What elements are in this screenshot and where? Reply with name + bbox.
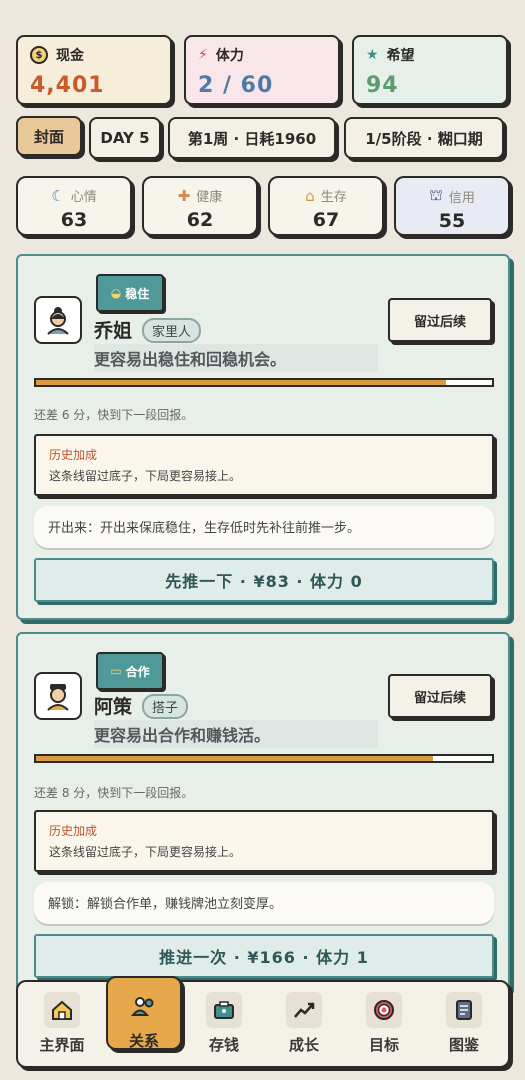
progress-fill [36, 380, 447, 385]
hope-value: 94 [366, 73, 399, 98]
nav-label: 关系 [128, 1032, 159, 1050]
survival-meter: ⌂ 生存 67 [268, 176, 384, 236]
briefcase-icon: ▭ [110, 664, 122, 678]
history-desc: 这条线留过底子，下局更容易接上。 [49, 845, 242, 859]
stamina-stat: ⚡ 体力 2 / 60 [184, 35, 340, 105]
bandage-icon: ✚ [177, 186, 191, 205]
nav-savings[interactable]: 存钱 [188, 992, 260, 1055]
house-icon: ⌂ [305, 186, 315, 205]
mood-value: 63 [60, 209, 88, 231]
nav-codex[interactable]: 图鉴 [428, 992, 500, 1055]
target-icon [366, 992, 402, 1028]
cash-value: 4,401 [30, 73, 105, 98]
mood-meter: ☾ 心情 63 [16, 176, 132, 236]
character-name: 乔姐 [94, 320, 133, 342]
day-chip: DAY 5 [89, 117, 161, 159]
wallet-icon [206, 992, 242, 1028]
health-value: 62 [186, 209, 214, 231]
progress-fill [36, 756, 433, 761]
progress-hint: 还差 8 分，快到下一段回报。 [34, 786, 194, 800]
trend-icon [286, 992, 322, 1028]
tag-stabilize: ◒ 稳住 [96, 274, 164, 312]
effect-note: 解锁：解锁合作单，赚钱牌池立刻变厚。 [34, 882, 494, 924]
stamina-value: 2 / 60 [198, 73, 274, 98]
tag-label: 合作 [125, 664, 150, 679]
cover-button[interactable]: 封面 [16, 116, 82, 156]
effect-note: 开出来：开出来保底稳住，生存低时先补往前推一步。 [34, 506, 494, 548]
people-icon [126, 988, 162, 1024]
tag-label: 稳住 [125, 286, 150, 301]
book-icon [446, 992, 482, 1028]
nav-label: 图鉴 [448, 1036, 479, 1054]
bottom-nav: 主界面 关系 存钱 成长 目标 图鉴 [16, 976, 510, 1068]
avatar [34, 296, 82, 344]
health-label: 健康 [196, 190, 223, 205]
moon-icon: ☾ [51, 186, 65, 205]
home-icon [44, 992, 80, 1028]
tag-cooperate: ▭ 合作 [96, 652, 164, 690]
history-desc: 这条线留过底子，下局更容易接上。 [49, 469, 242, 483]
history-bonus-box: 历史加成 这条线留过底子，下局更容易接上。 [34, 810, 494, 872]
role-badge: 搭子 [142, 694, 189, 719]
star-icon: ★ [366, 47, 379, 63]
woman-avatar-icon [47, 307, 69, 335]
hope-stat: ★ 希望 94 [352, 35, 508, 105]
push-action-button[interactable]: 先推一下 · ¥83 · 体力 0 [34, 558, 494, 602]
bank-icon: ⛫ [429, 186, 443, 204]
progress-hint: 还差 6 分，快到下一段回报。 [34, 408, 194, 422]
nav-relations[interactable]: 关系 [106, 976, 182, 1050]
nav-label: 成长 [288, 1036, 319, 1054]
week-chip: 第1周 · 日耗1960 [168, 117, 336, 159]
relation-card-qiaojie: ◒ 稳住 乔姐 家里人 更容易出稳住和回稳机会。 留过后续 还差 6 分，快到下一… [16, 254, 510, 620]
card-description: 更容易出合作和赚钱活。 [94, 720, 378, 748]
credit-meter: ⛫ 信用 55 [394, 176, 510, 236]
survival-label: 生存 [320, 190, 347, 205]
survival-value: 67 [312, 209, 340, 231]
stamina-label: 体力 [215, 48, 244, 64]
card-description: 更容易出稳住和回稳机会。 [94, 344, 378, 372]
keep-followup-button[interactable]: 留过后续 [388, 674, 492, 718]
nav-label: 主界面 [39, 1036, 85, 1054]
progress-bar [34, 378, 494, 387]
nav-goals[interactable]: 目标 [348, 992, 420, 1055]
progress-bar [34, 754, 494, 763]
stage-chip: 1/5阶段 · 糊口期 [344, 117, 504, 159]
credit-value: 55 [438, 210, 466, 232]
health-meter: ✚ 健康 62 [142, 176, 258, 236]
cash-stat: $ 现金 4,401 [16, 35, 172, 105]
nav-label: 目标 [368, 1036, 399, 1054]
history-title: 历史加成 [49, 824, 98, 838]
man-avatar-icon [47, 684, 69, 711]
pot-icon: ◒ [110, 286, 122, 300]
character-name: 阿策 [94, 696, 133, 718]
history-title: 历史加成 [49, 448, 98, 462]
coin-icon: $ [30, 46, 48, 64]
role-badge: 家里人 [142, 318, 202, 343]
advance-action-button[interactable]: 推进一次 · ¥166 · 体力 1 [34, 934, 494, 978]
nav-label: 存钱 [208, 1036, 239, 1054]
history-bonus-box: 历史加成 这条线留过底子，下局更容易接上。 [34, 434, 494, 496]
avatar [34, 672, 82, 720]
credit-label: 信用 [448, 190, 475, 206]
mood-label: 心情 [70, 190, 97, 205]
hope-label: 希望 [386, 48, 415, 64]
bolt-icon: ⚡ [198, 47, 208, 63]
cash-label: 现金 [56, 48, 84, 64]
nav-growth[interactable]: 成长 [268, 992, 340, 1055]
keep-followup-button[interactable]: 留过后续 [388, 298, 492, 342]
relation-card-ace: ▭ 合作 阿策 搭子 更容易出合作和赚钱活。 留过后续 还差 8 分，快到下一段回… [16, 632, 510, 992]
nav-home[interactable]: 主界面 [26, 992, 98, 1055]
